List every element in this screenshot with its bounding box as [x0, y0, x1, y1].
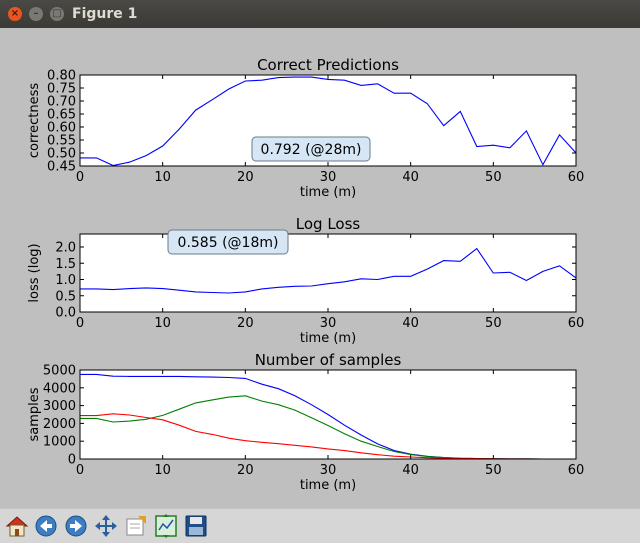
- x-axis-label: time (m): [300, 331, 356, 346]
- x-tick-label: 10: [154, 316, 171, 331]
- chart-title: Correct Predictions: [257, 56, 399, 74]
- y-tick-label: 1000: [43, 435, 76, 450]
- y-tick-label: 2.0: [55, 241, 76, 256]
- close-window-button[interactable]: ×: [8, 7, 22, 21]
- x-tick-label: 50: [485, 316, 502, 331]
- y-axis-label: correctness: [27, 83, 42, 159]
- annotation-label: 0.585 (@18m): [178, 235, 279, 251]
- x-axis-label: time (m): [300, 185, 356, 200]
- x-tick-label: 20: [237, 463, 254, 478]
- y-tick-label: 0.5: [55, 289, 76, 304]
- chart-title: Log Loss: [296, 215, 361, 233]
- x-tick-label: 60: [568, 316, 585, 331]
- subplots-button[interactable]: [152, 512, 180, 540]
- save-button[interactable]: [182, 512, 210, 540]
- back-button[interactable]: [32, 512, 60, 540]
- navigation-toolbar: [0, 508, 640, 543]
- y-tick-label: 0.50: [47, 147, 76, 162]
- pan-button[interactable]: [92, 512, 120, 540]
- y-tick-label: 0.55: [47, 134, 76, 149]
- x-tick-label: 0: [76, 463, 84, 478]
- minimize-window-button[interactable]: –: [29, 7, 43, 21]
- maximize-window-button[interactable]: □: [50, 7, 64, 21]
- close-icon: ×: [10, 8, 20, 19]
- x-tick-label: 40: [402, 463, 419, 478]
- x-tick-label: 50: [485, 170, 502, 185]
- window-titlebar: × – □ Figure 1: [0, 0, 640, 28]
- x-tick-label: 10: [154, 170, 171, 185]
- home-button[interactable]: [3, 512, 31, 540]
- y-axis-label: loss (log): [27, 243, 42, 302]
- y-tick-label: 5000: [43, 364, 76, 379]
- y-tick-label: 3000: [43, 399, 76, 414]
- x-tick-label: 60: [568, 170, 585, 185]
- zoom-icon: [126, 516, 146, 536]
- y-tick-label: 4000: [43, 381, 76, 396]
- chart-panel-2: 0 10 20 30 40 50 60 0.0 0.51.01.52.0 Log Loss time…: [27, 215, 584, 346]
- window-title: Figure 1: [72, 6, 138, 22]
- y-tick-label: 0.80: [47, 69, 76, 84]
- x-tick-label: 40: [402, 316, 419, 331]
- y-tick-label: 0.45: [47, 160, 76, 175]
- y-tick-label: 1.0: [55, 273, 76, 288]
- pan-icon: [95, 515, 117, 537]
- x-tick-label: 10: [154, 463, 171, 478]
- y-tick-label: 0: [68, 453, 76, 468]
- y-tick-label: 0.0: [55, 306, 76, 321]
- y-tick-label: 0.75: [47, 82, 76, 97]
- maximize-icon: □: [52, 8, 62, 19]
- home-icon: [5, 516, 29, 537]
- minimize-icon: –: [33, 8, 39, 19]
- figure-canvas[interactable]: 0 10 20 30 40 50 60 0.45 0.50 0.55 0.60 0.65 0.70 0.7…: [0, 28, 640, 508]
- y-tick-label: 2000: [43, 417, 76, 432]
- x-tick-label: 20: [237, 316, 254, 331]
- y-tick-label: 0.70: [47, 95, 76, 110]
- figure-svg: 0 10 20 30 40 50 600.450.500.550.600.650.700.7…: [27, 56, 584, 493]
- forward-icon: [65, 515, 87, 537]
- annotation-label: 0.792 (@28m): [261, 142, 362, 158]
- y-axis-label: samples: [27, 387, 42, 441]
- y-tick-label: 0.60: [47, 121, 76, 136]
- x-tick-label: 30: [320, 316, 337, 331]
- zoom-button[interactable]: [122, 512, 150, 540]
- x-tick-label: 50: [485, 463, 502, 478]
- x-tick-label: 40: [402, 170, 419, 185]
- forward-button[interactable]: [62, 512, 90, 540]
- save-icon: [185, 515, 207, 537]
- x-tick-label: 0: [76, 170, 84, 185]
- subplots-icon: [155, 514, 177, 538]
- x-tick-label: 20: [237, 170, 254, 185]
- chart-panel-1: 0 10 20 30 40 50 600.450.500.550.600.650.700.7…: [27, 56, 584, 200]
- back-icon: [35, 515, 57, 537]
- chart-title: Number of samples: [255, 351, 402, 369]
- y-tick-label: 1.5: [55, 257, 76, 272]
- y-tick-label: 0.65: [47, 108, 76, 123]
- x-tick-label: 30: [320, 463, 337, 478]
- chart-panel-3: 0 10 20 30 40 50 60010002000300040005000Number…: [27, 351, 584, 493]
- x-axis-label: time (m): [300, 478, 356, 493]
- x-tick-label: 30: [320, 170, 337, 185]
- x-tick-label: 60: [568, 463, 585, 478]
- x-tick-label: 0: [76, 316, 84, 331]
